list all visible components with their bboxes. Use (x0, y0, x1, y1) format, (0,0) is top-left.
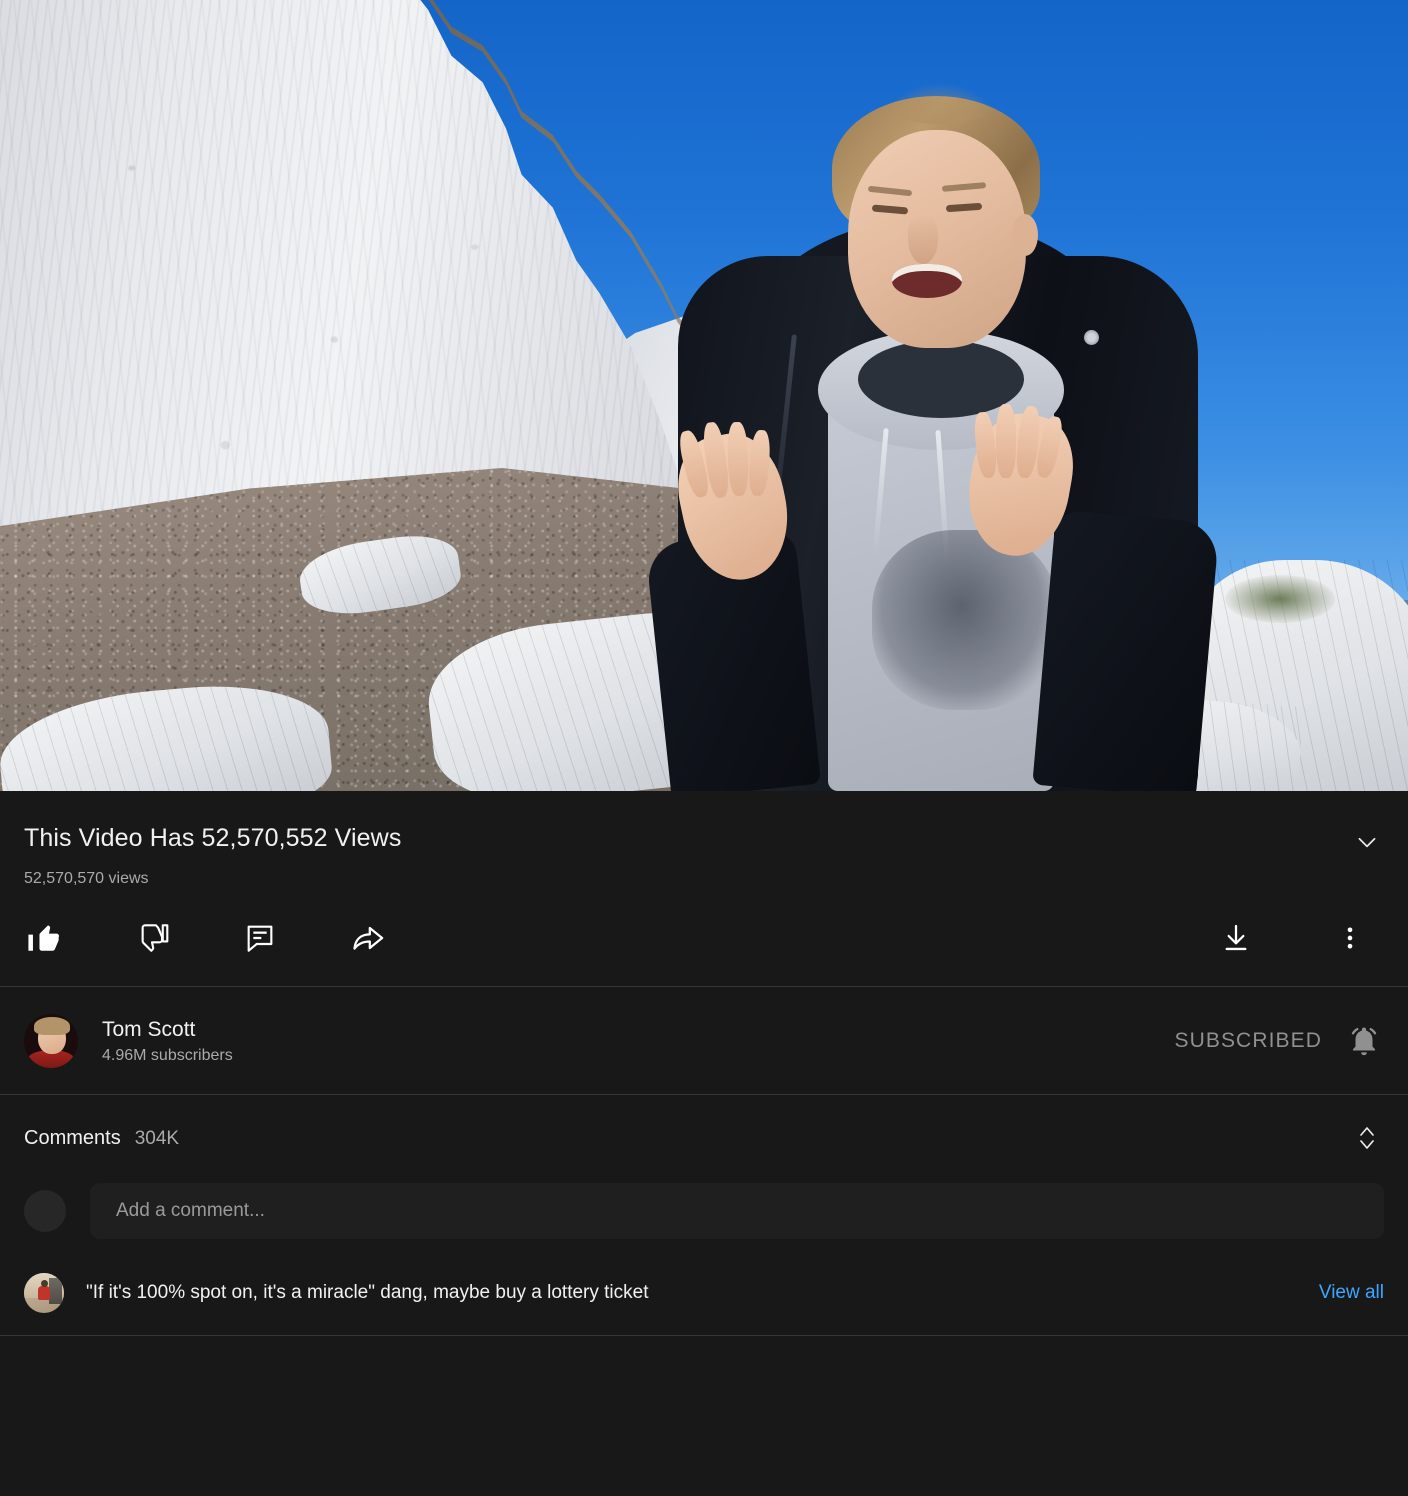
avatar[interactable] (24, 1273, 64, 1314)
channel-text: Tom Scott 4.96M subscribers (102, 1017, 233, 1065)
avatar[interactable] (24, 1013, 78, 1068)
comments-title-group: Comments 304K (24, 1127, 179, 1150)
jacket-snap (1084, 330, 1099, 345)
chevron-down-icon[interactable] (1350, 825, 1384, 859)
avatar-person (38, 1286, 50, 1301)
comment-bubble-icon[interactable] (240, 918, 280, 958)
bell-ringing-icon[interactable] (1344, 1021, 1384, 1061)
jacket-sleeve (1032, 509, 1220, 791)
subscribe-button[interactable]: SUBSCRIBED (1174, 1029, 1322, 1053)
add-comment-placeholder: Add a comment... (116, 1200, 265, 1222)
action-bar (0, 888, 1408, 986)
share-arrow-icon[interactable] (348, 918, 388, 958)
rock-moss (1225, 575, 1335, 623)
secondary-actions (1216, 918, 1370, 958)
sort-up-down-icon[interactable] (1350, 1121, 1384, 1155)
view-all-link[interactable]: View all (1319, 1282, 1384, 1304)
video-player[interactable] (0, 0, 1408, 791)
bottom-area (0, 1336, 1408, 1461)
thumbs-up-icon[interactable] (24, 918, 64, 958)
comments-header: Comments 304K (0, 1095, 1408, 1175)
add-comment-row[interactable]: Add a comment... (0, 1175, 1408, 1257)
avatar (24, 1190, 66, 1233)
search-input[interactable]: Add a comment... (90, 1183, 1384, 1240)
video-subject-person (640, 78, 1240, 791)
page-title: This Video Has 52,570,552 Views (24, 824, 402, 852)
comments-label: Comments (24, 1126, 121, 1149)
finger (996, 404, 1016, 478)
download-icon[interactable] (1216, 918, 1256, 958)
three-dots-vertical-icon[interactable] (1330, 918, 1370, 958)
avatar-door (49, 1278, 62, 1305)
channel-name: Tom Scott (102, 1017, 196, 1041)
subscriber-count: 4.96M subscribers (102, 1046, 233, 1064)
mouth (892, 264, 962, 298)
hair-wisp (884, 84, 996, 124)
hoodie-neck-opening (858, 340, 1024, 418)
subscribe-area: SUBSCRIBED (1174, 1021, 1384, 1061)
comment-text: "If it's 100% spot on, it's a miracle" d… (86, 1282, 649, 1304)
avatar-hair (34, 1016, 70, 1035)
ear (1012, 214, 1038, 256)
view-count: 52,570,570 views (24, 870, 149, 888)
channel-info[interactable]: Tom Scott 4.96M subscribers (24, 1013, 233, 1068)
primary-actions (24, 918, 388, 958)
channel-row[interactable]: Tom Scott 4.96M subscribers SUBSCRIBED (0, 987, 1408, 1094)
comments-count: 304K (134, 1127, 180, 1149)
nose (908, 214, 938, 264)
list-item[interactable]: "If it's 100% spot on, it's a miracle" d… (0, 1257, 1408, 1335)
hand-shadow (872, 530, 1058, 710)
video-metadata: This Video Has 52,570,552 Views 52,570,5… (0, 791, 1408, 888)
thumbs-down-icon[interactable] (132, 918, 172, 958)
